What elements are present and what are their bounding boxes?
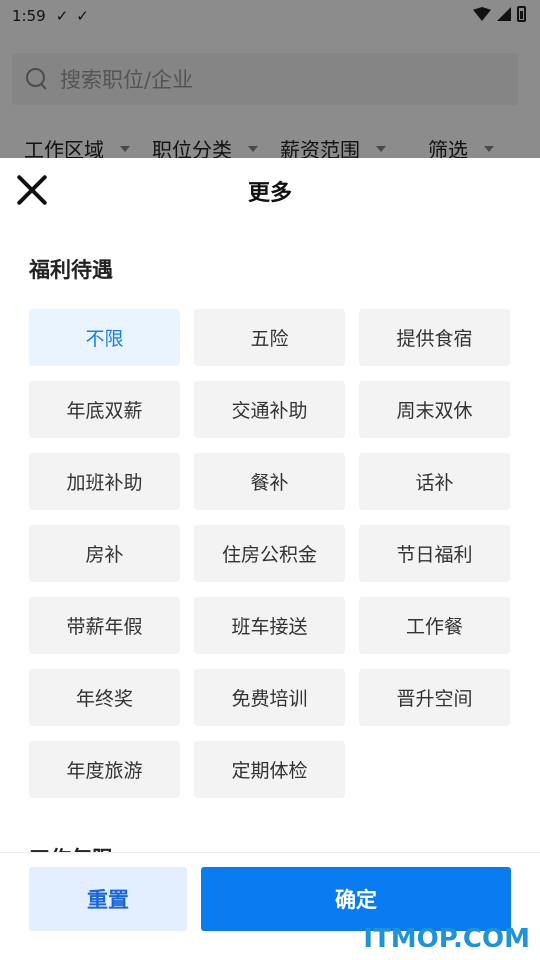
tag-option[interactable]: 提供食宿 bbox=[359, 309, 510, 366]
sheet-title: 更多 bbox=[247, 181, 292, 206]
tag-option[interactable]: 工作餐 bbox=[359, 597, 510, 654]
tag-option[interactable]: 餐补 bbox=[194, 453, 345, 510]
section-title-benefits: 福利待遇 bbox=[29, 258, 113, 282]
tag-option[interactable]: 晋升空间 bbox=[359, 669, 510, 726]
tag-option[interactable]: 节日福利 bbox=[359, 525, 510, 582]
sheet-header: 更多 bbox=[0, 158, 540, 222]
tag-option[interactable]: 带薪年假 bbox=[29, 597, 180, 654]
tag-option[interactable]: 年底双薪 bbox=[29, 381, 180, 438]
tag-option[interactable]: 加班补助 bbox=[29, 453, 180, 510]
tag-option[interactable]: 免费培训 bbox=[194, 669, 345, 726]
reset-button[interactable]: 重置 bbox=[29, 867, 187, 931]
tag-option[interactable]: 五险 bbox=[194, 309, 345, 366]
tag-option[interactable]: 不限 bbox=[29, 309, 180, 366]
tag-option[interactable]: 年终奖 bbox=[29, 669, 180, 726]
tag-option[interactable]: 房补 bbox=[29, 525, 180, 582]
tag-option[interactable]: 话补 bbox=[359, 453, 510, 510]
tag-option[interactable]: 交通补助 bbox=[194, 381, 345, 438]
confirm-button[interactable]: 确定 bbox=[201, 867, 511, 931]
tag-option[interactable]: 班车接送 bbox=[194, 597, 345, 654]
tag-option[interactable]: 定期体检 bbox=[194, 741, 345, 798]
tag-option[interactable]: 年度旅游 bbox=[29, 741, 180, 798]
tag-option[interactable]: 周末双休 bbox=[359, 381, 510, 438]
more-filter-sheet: 更多 福利待遇 不限 五险 提供食宿 年底双薪 交通补助 周末双休 加班补助 餐… bbox=[0, 158, 540, 960]
benefit-tag-grid: 不限 五险 提供食宿 年底双薪 交通补助 周末双休 加班补助 餐补 话补 房补 … bbox=[29, 309, 511, 798]
site-watermark: ITMOP.COM bbox=[363, 924, 530, 954]
tag-option[interactable]: 住房公积金 bbox=[194, 525, 345, 582]
